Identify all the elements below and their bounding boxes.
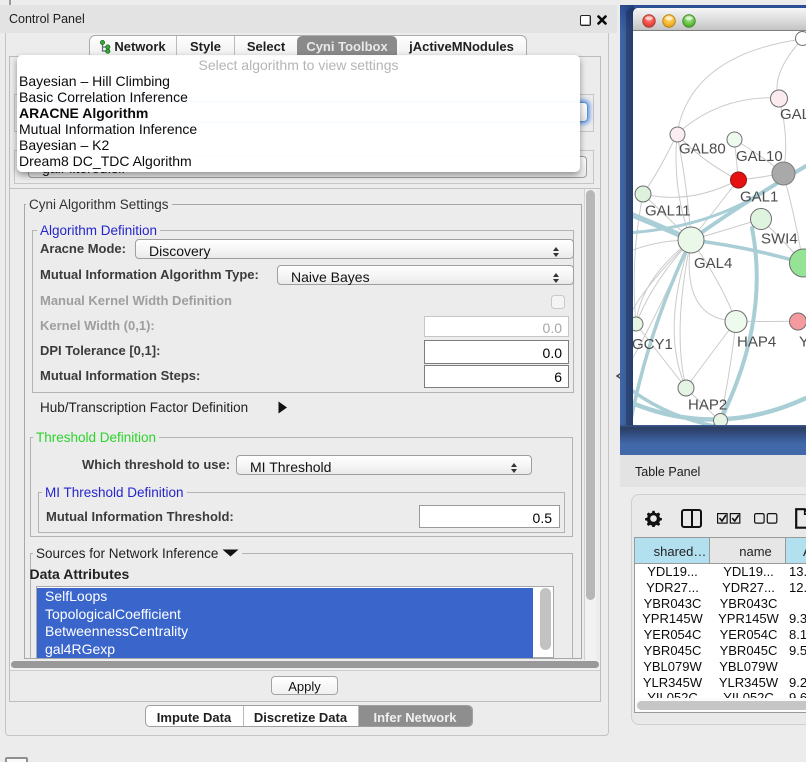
svg-text:GCY1: GCY1 [633, 336, 673, 353]
svg-text:Y: Y [799, 334, 806, 351]
svg-text:GAL4: GAL4 [694, 255, 732, 272]
svg-text:GAL80: GAL80 [679, 141, 726, 158]
svg-text:GAL: GAL [780, 106, 806, 123]
svg-text:GAL1: GAL1 [740, 189, 778, 206]
svg-text:SWI4: SWI4 [761, 231, 798, 248]
svg-text:GAL11: GAL11 [645, 203, 691, 220]
svg-text:HAP2: HAP2 [688, 397, 727, 414]
svg-text:HAP4: HAP4 [737, 334, 776, 351]
svg-text:GAL10: GAL10 [736, 148, 783, 165]
